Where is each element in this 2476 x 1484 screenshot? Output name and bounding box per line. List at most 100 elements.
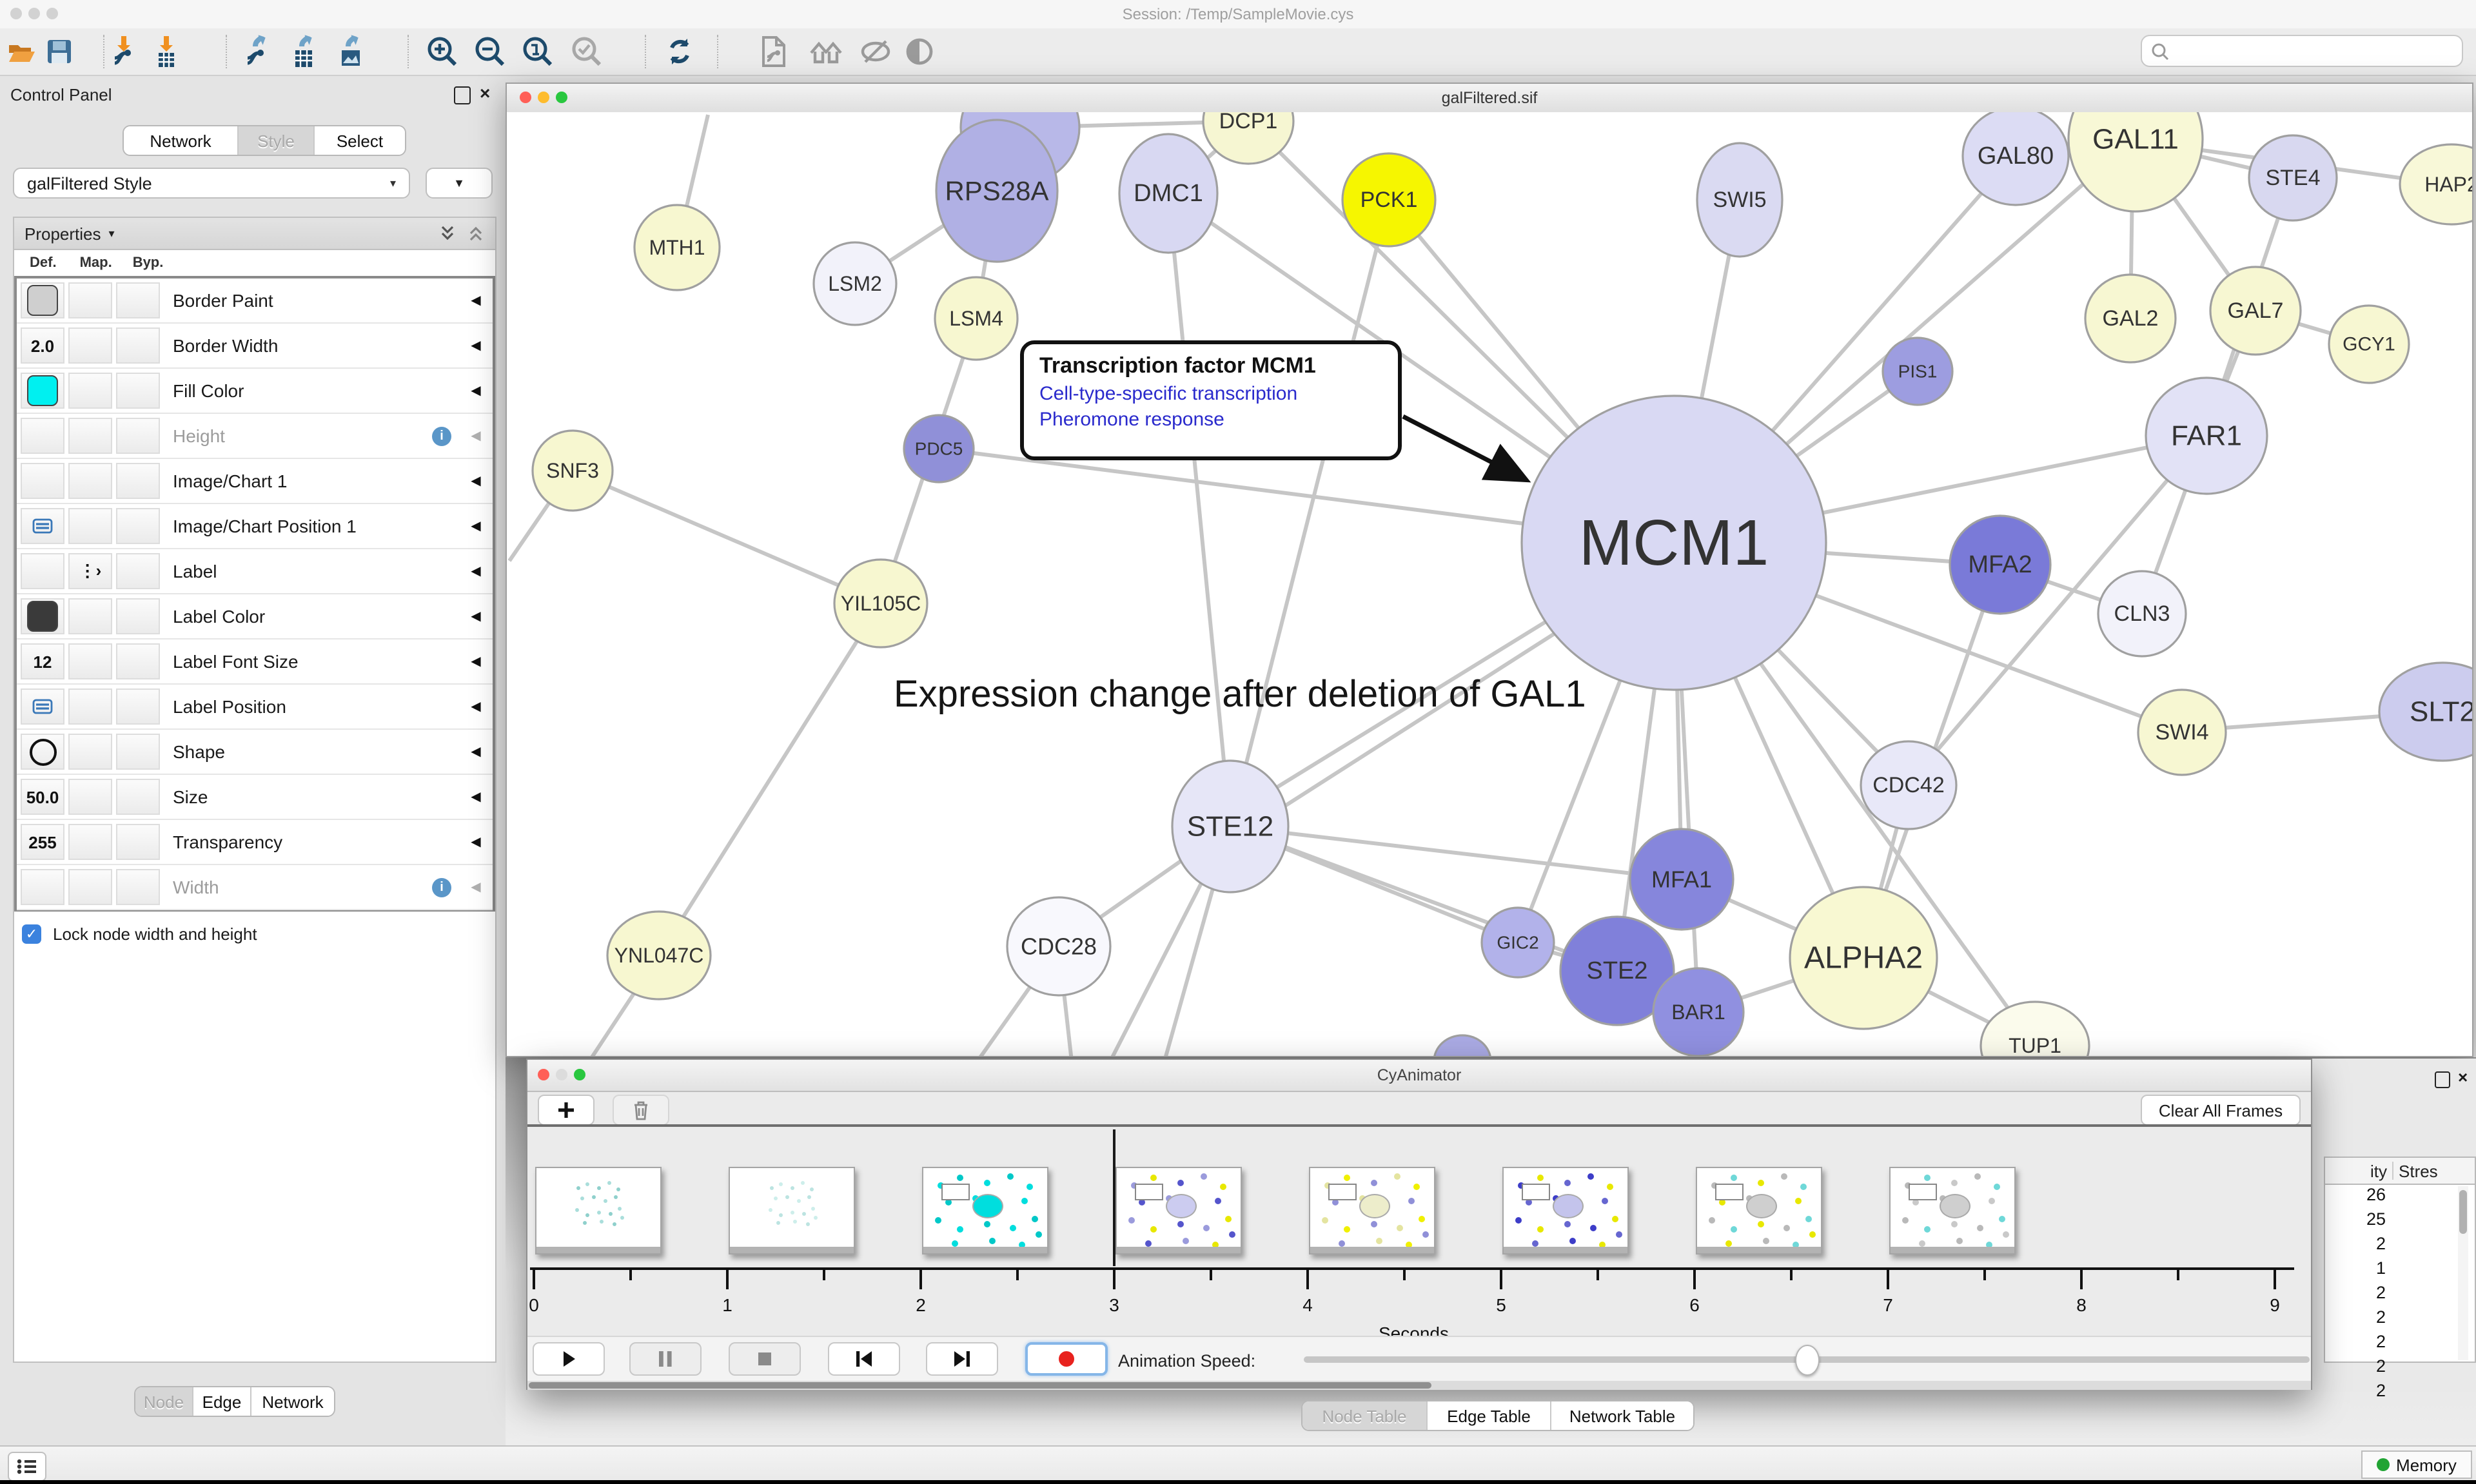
expand-property-arrow-icon[interactable]: ◀ bbox=[459, 384, 493, 398]
style-options-button[interactable]: ▼ bbox=[426, 168, 493, 199]
expand-property-arrow-icon[interactable]: ◀ bbox=[459, 745, 493, 759]
column-header-centrality[interactable]: ity bbox=[2325, 1161, 2387, 1180]
network-file-icon[interactable] bbox=[754, 32, 793, 71]
network-node-GAL2[interactable]: GAL2 bbox=[2085, 275, 2176, 362]
network-node-CLN3[interactable]: CLN3 bbox=[2098, 571, 2186, 656]
style-property-row-fill-color[interactable]: Fill Color◀ bbox=[17, 369, 493, 414]
default-value-cell[interactable]: 50.0 bbox=[21, 779, 64, 815]
default-value-cell[interactable] bbox=[21, 688, 64, 725]
mapping-cell[interactable] bbox=[68, 418, 112, 454]
default-value-cell[interactable] bbox=[21, 373, 64, 409]
zoom-fit-icon[interactable] bbox=[518, 32, 557, 71]
expand-property-arrow-icon[interactable]: ◀ bbox=[459, 429, 493, 443]
network-node-CDC42[interactable]: CDC42 bbox=[1861, 741, 1956, 829]
tab-node-table[interactable]: Node Table bbox=[1302, 1401, 1426, 1430]
animation-frame-7[interactable] bbox=[1696, 1167, 1822, 1255]
default-value-cell[interactable]: 2.0 bbox=[21, 327, 64, 364]
network-node-TUP1[interactable]: TUP1 bbox=[1981, 1002, 2089, 1056]
network-node-DMC1[interactable]: DMC1 bbox=[1119, 134, 1217, 253]
cyanimator-titlebar[interactable]: CyAnimator bbox=[527, 1060, 2311, 1092]
bypass-cell[interactable] bbox=[116, 463, 160, 499]
style-property-row-transparency[interactable]: 255Transparency◀ bbox=[17, 820, 493, 865]
bypass-cell[interactable] bbox=[116, 779, 160, 815]
network-node-PDC5[interactable]: PDC5 bbox=[904, 415, 974, 482]
network-node-clipped[interactable] bbox=[1434, 1035, 1491, 1056]
network-node-FAR1[interactable]: FAR1 bbox=[2146, 378, 2267, 494]
bypass-cell[interactable] bbox=[116, 282, 160, 318]
network-node-SWI4[interactable]: SWI4 bbox=[2138, 690, 2226, 775]
results-float-button[interactable] bbox=[2435, 1071, 2450, 1088]
bypass-cell[interactable] bbox=[116, 734, 160, 770]
bypass-cell[interactable] bbox=[116, 598, 160, 634]
export-network-icon[interactable] bbox=[239, 32, 277, 71]
animation-frame-2[interactable] bbox=[729, 1167, 855, 1255]
network-node-RPS28A[interactable]: RPS28A bbox=[936, 120, 1057, 262]
home-icon[interactable] bbox=[807, 32, 846, 71]
network-edge[interactable] bbox=[659, 603, 881, 955]
mapping-cell[interactable] bbox=[68, 688, 112, 725]
expand-property-arrow-icon[interactable]: ◀ bbox=[459, 338, 493, 353]
expand-all-icon[interactable] bbox=[438, 224, 457, 242]
mapping-cell[interactable] bbox=[68, 598, 112, 634]
annotation-link-1[interactable]: Cell-type-specific transcription bbox=[1039, 383, 1382, 405]
control-panel-close-button[interactable]: × bbox=[480, 83, 490, 103]
network-node-SNF3[interactable]: SNF3 bbox=[533, 431, 613, 511]
mapping-cell[interactable] bbox=[68, 373, 112, 409]
expand-property-arrow-icon[interactable]: ◀ bbox=[459, 564, 493, 578]
expand-property-arrow-icon[interactable]: ◀ bbox=[459, 609, 493, 623]
expand-property-arrow-icon[interactable]: ◀ bbox=[459, 474, 493, 488]
mapping-cell[interactable] bbox=[68, 779, 112, 815]
network-node-GAL80[interactable]: GAL80 bbox=[1963, 112, 2068, 205]
bypass-cell[interactable] bbox=[116, 688, 160, 725]
mapping-cell[interactable]: ⋮› bbox=[68, 553, 112, 589]
animation-timeline[interactable]: 0123456789 Seconds bbox=[527, 1127, 2311, 1336]
default-value-cell[interactable] bbox=[21, 598, 64, 634]
default-value-cell[interactable] bbox=[21, 508, 64, 544]
mapping-cell[interactable] bbox=[68, 508, 112, 544]
mapping-cell[interactable] bbox=[68, 824, 112, 860]
network-node-PCK1[interactable]: PCK1 bbox=[1342, 153, 1435, 246]
mapping-cell[interactable] bbox=[68, 282, 112, 318]
style-selector-dropdown[interactable]: galFiltered Style ▾ bbox=[13, 168, 410, 199]
import-table-icon[interactable] bbox=[147, 32, 186, 71]
bypass-cell[interactable] bbox=[116, 508, 160, 544]
animation-frame-3[interactable] bbox=[922, 1167, 1048, 1255]
skip-to-end-button[interactable] bbox=[926, 1342, 998, 1376]
tab-select[interactable]: Select bbox=[313, 126, 405, 155]
network-node-HAP2[interactable]: HAP2 bbox=[2400, 144, 2472, 224]
network-node-GAL7[interactable]: GAL7 bbox=[2210, 267, 2301, 355]
network-node-MTH1[interactable]: MTH1 bbox=[634, 205, 720, 290]
default-value-cell[interactable] bbox=[21, 418, 64, 454]
network-node-STE12[interactable]: STE12 bbox=[1172, 761, 1288, 892]
expand-property-arrow-icon[interactable]: ◀ bbox=[459, 699, 493, 714]
bypass-cell[interactable] bbox=[116, 418, 160, 454]
skip-to-start-button[interactable] bbox=[828, 1342, 900, 1376]
bypass-cell[interactable] bbox=[116, 373, 160, 409]
style-property-row-border-paint[interactable]: Border Paint◀ bbox=[17, 278, 493, 324]
style-property-row-border-width[interactable]: 2.0Border Width◀ bbox=[17, 324, 493, 369]
tab-edge[interactable]: Edge bbox=[192, 1387, 250, 1416]
show-details-icon[interactable] bbox=[900, 32, 939, 71]
expand-property-arrow-icon[interactable]: ◀ bbox=[459, 654, 493, 669]
network-node-YIL105C[interactable]: YIL105C bbox=[834, 560, 927, 647]
column-header-stress[interactable]: Stres bbox=[2399, 1161, 2438, 1180]
tab-network-style[interactable]: Network bbox=[250, 1387, 334, 1416]
tab-node[interactable]: Node bbox=[135, 1387, 192, 1416]
network-canvas[interactable]: RPS28ADCP1DMC1PCK1MTH1LSM2LSM4SWI5GAL80G… bbox=[507, 112, 2472, 1056]
network-node-YNL047C[interactable]: YNL047C bbox=[607, 912, 711, 999]
animation-frame-4[interactable] bbox=[1115, 1167, 1242, 1255]
bypass-cell[interactable] bbox=[116, 869, 160, 905]
style-property-row-label-color[interactable]: Label Color◀ bbox=[17, 594, 493, 639]
default-value-cell[interactable] bbox=[21, 734, 64, 770]
style-property-row-label[interactable]: ⋮›Label◀ bbox=[17, 549, 493, 594]
zoom-in-icon[interactable] bbox=[423, 32, 462, 71]
network-node-SLT2[interactable]: SLT2 bbox=[2379, 663, 2472, 761]
default-value-cell[interactable] bbox=[21, 553, 64, 589]
animation-frame-8[interactable] bbox=[1889, 1167, 2016, 1255]
bypass-cell[interactable] bbox=[116, 327, 160, 364]
network-node-SWI5[interactable]: SWI5 bbox=[1697, 143, 1782, 257]
mapping-cell[interactable] bbox=[68, 869, 112, 905]
expand-property-arrow-icon[interactable]: ◀ bbox=[459, 880, 493, 894]
stop-button[interactable] bbox=[729, 1342, 801, 1376]
export-image-icon[interactable] bbox=[331, 32, 370, 71]
